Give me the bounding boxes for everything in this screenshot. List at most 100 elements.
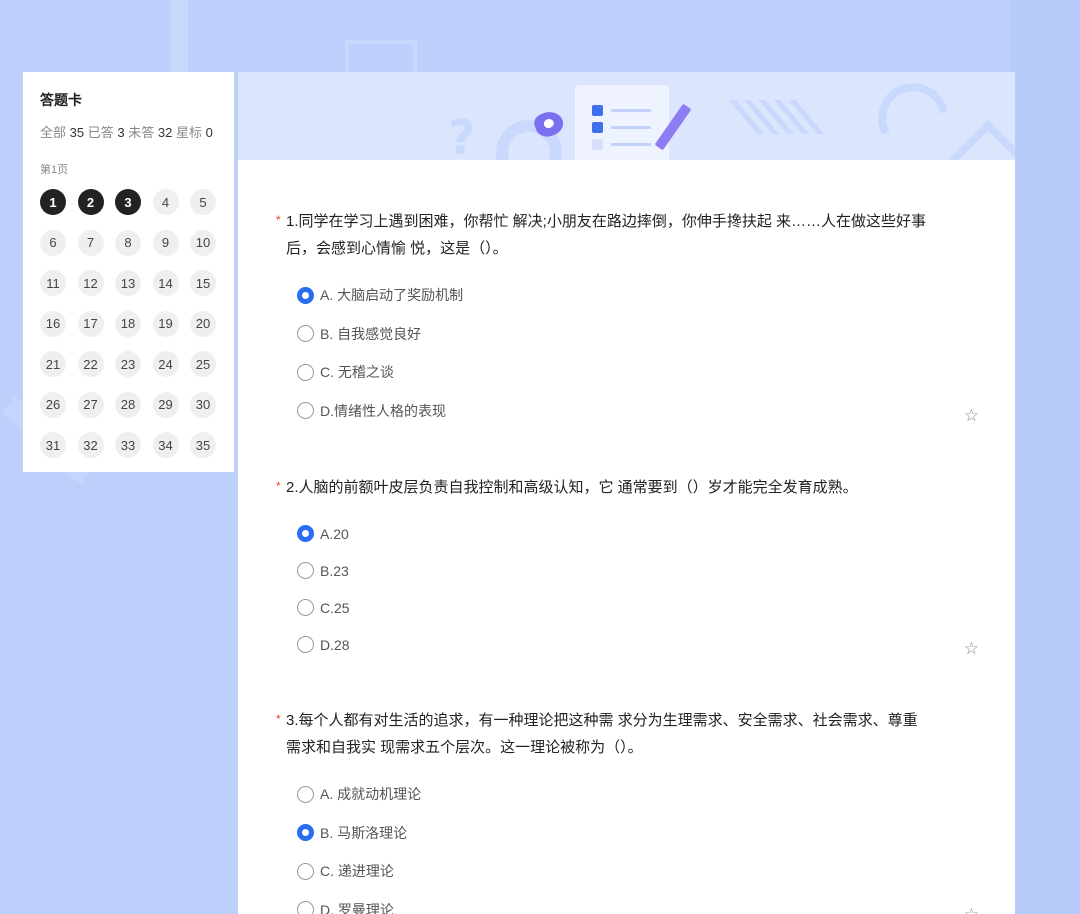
answer-option[interactable]: B. 马斯洛理论 — [297, 814, 981, 853]
radio-unchecked-icon[interactable] — [297, 599, 314, 616]
question-number-button[interactable]: 21 — [40, 351, 66, 377]
option-label: B.23 — [320, 562, 349, 579]
question-number-button[interactable]: 13 — [115, 270, 141, 296]
total-count: 35 — [69, 125, 85, 140]
quiz-form: ? * 1.同学在学习上遇到困难，你帮忙 解决;小朋友在路边摔倒，你伸手搀扶起 来… — [238, 72, 1015, 914]
option-label: B. 自我感觉良好 — [320, 325, 422, 342]
option-list: A. 成就动机理论 B. 马斯洛理论 C. 递进理论 D. 罗曼理论 — [276, 775, 981, 914]
question-title: * 2.人脑的前额叶皮层负责自我控制和高级认知，它 通常要到（）岁才能完全发育成熟… — [276, 474, 981, 501]
shape-decoration — [945, 119, 1015, 160]
answer-card-title: 答题卡 — [40, 92, 82, 108]
question-number-button[interactable]: 26 — [40, 391, 66, 418]
question-number-button[interactable]: 28 — [115, 391, 141, 418]
question-number-button[interactable]: 27 — [77, 391, 104, 418]
option-label: C.25 — [320, 599, 350, 616]
answer-option[interactable]: C.25 — [297, 589, 981, 626]
radio-unchecked-icon[interactable] — [297, 785, 314, 803]
question-number-button[interactable]: 31 — [40, 432, 66, 458]
answered-count: 3 — [117, 125, 125, 140]
answer-option[interactable]: D.28 — [297, 626, 981, 663]
question-number-button[interactable]: 18 — [115, 310, 141, 337]
option-label: D.情绪性人格的表现 — [320, 402, 446, 419]
question-number-button[interactable]: 7 — [77, 229, 104, 256]
radio-unchecked-icon[interactable] — [297, 402, 314, 420]
question-number-button[interactable]: 1 — [40, 189, 66, 215]
option-label: C. 递进理论 — [320, 863, 394, 880]
question-number-button[interactable]: 17 — [77, 310, 104, 337]
question-number-button[interactable]: 6 — [40, 229, 66, 256]
question-number-button[interactable]: 25 — [190, 351, 216, 377]
answer-card-stats: 全部 35 已答 3 未答 32 星标 0 — [40, 122, 218, 141]
option-label: C. 无稽之谈 — [320, 364, 394, 381]
radio-unchecked-icon[interactable] — [297, 901, 314, 914]
answer-option[interactable]: D. 罗曼理论 — [297, 891, 981, 914]
required-mark: * — [276, 712, 281, 726]
question-number-button[interactable]: 4 — [152, 189, 179, 215]
question-number-button[interactable]: 23 — [115, 351, 141, 377]
question-number-button[interactable]: 32 — [77, 432, 104, 458]
question-number-button[interactable]: 29 — [152, 391, 179, 418]
answer-option[interactable]: C. 无稽之谈 — [297, 353, 981, 392]
answer-option[interactable]: A.20 — [297, 515, 981, 552]
question-number-button[interactable]: 34 — [152, 432, 179, 458]
background-decoration — [1010, 0, 1080, 914]
radio-unchecked-icon[interactable] — [297, 325, 314, 343]
radio-checked-icon[interactable] — [297, 824, 314, 842]
question-text: 2.人脑的前额叶皮层负责自我控制和高级认知，它 通常要到（）岁才能完全发育成熟。 — [286, 479, 858, 496]
answer-option[interactable]: A. 成就动机理论 — [297, 775, 981, 814]
option-list: A. 大脑启动了奖励机制 B. 自我感觉良好 C. 无稽之谈 D.情绪性人格的表现 — [276, 276, 981, 430]
answer-option[interactable]: A. 大脑启动了奖励机制 — [297, 276, 981, 315]
question-number-button[interactable]: 12 — [77, 270, 104, 296]
question-number-button[interactable]: 19 — [152, 310, 179, 337]
question-text: 3.每个人都有对生活的追求，有一种理论把这种需 求分为生理需求、安全需求、社会需… — [286, 712, 918, 756]
option-list: A.20 B.23 C.25 D.28 — [276, 515, 981, 663]
option-label: A. 大脑启动了奖励机制 — [320, 287, 464, 304]
page-label: 第1页 — [40, 164, 69, 176]
answer-option[interactable]: D.情绪性人格的表现 — [297, 392, 981, 431]
answer-option[interactable]: B. 自我感觉良好 — [297, 315, 981, 354]
question-list: * 1.同学在学习上遇到困难，你帮忙 解决;小朋友在路边摔倒，你伸手搀扶起 来……… — [238, 160, 1015, 914]
question-mark-decoration: ? — [448, 110, 476, 160]
question-number-button[interactable]: 15 — [190, 270, 216, 296]
required-mark: * — [276, 213, 281, 227]
star-outline-icon[interactable]: ☆ — [964, 403, 979, 430]
answered-label: 已答 — [87, 125, 114, 140]
question-number-button[interactable]: 16 — [40, 310, 66, 337]
question-number-button[interactable]: 35 — [190, 432, 216, 458]
question-number-button[interactable]: 14 — [152, 270, 179, 296]
unanswered-count: 32 — [157, 125, 173, 140]
radio-checked-icon[interactable] — [297, 286, 314, 304]
question-number-button[interactable]: 20 — [190, 310, 216, 337]
answer-option[interactable]: C. 递进理论 — [297, 852, 981, 891]
star-outline-icon[interactable]: ☆ — [964, 902, 979, 914]
question-number-button[interactable]: 10 — [190, 229, 216, 256]
required-mark: * — [276, 479, 281, 493]
question-title: * 1.同学在学习上遇到困难，你帮忙 解决;小朋友在路边摔倒，你伸手搀扶起 来……… — [276, 208, 981, 262]
question-number-button[interactable]: 30 — [190, 391, 216, 418]
question-number-button[interactable]: 3 — [115, 189, 141, 215]
question-number-button[interactable]: 24 — [152, 351, 179, 377]
question-item: * 2.人脑的前额叶皮层负责自我控制和高级认知，它 通常要到（）岁才能完全发育成熟… — [276, 474, 981, 663]
question-number-button[interactable]: 2 — [77, 189, 104, 215]
radio-unchecked-icon[interactable] — [297, 636, 314, 653]
question-number-button[interactable]: 8 — [115, 229, 141, 256]
radio-unchecked-icon[interactable] — [297, 862, 314, 880]
radio-unchecked-icon[interactable] — [297, 562, 314, 579]
answer-option[interactable]: B.23 — [297, 552, 981, 589]
star-outline-icon[interactable]: ☆ — [964, 636, 979, 663]
option-label: D.28 — [320, 636, 350, 653]
header-banner: ? — [238, 72, 1015, 160]
question-title: * 3.每个人都有对生活的追求，有一种理论把这种需 求分为生理需求、安全需求、社会… — [276, 707, 981, 761]
answer-card: 答题卡 全部 35 已答 3 未答 32 星标 0 第1页 1234567891… — [23, 72, 234, 472]
radio-unchecked-icon[interactable] — [297, 363, 314, 381]
question-number-button[interactable]: 11 — [40, 270, 66, 296]
option-label: A.20 — [320, 525, 349, 542]
question-number-button[interactable]: 33 — [115, 432, 141, 458]
question-number-button[interactable]: 22 — [77, 351, 104, 377]
question-number-button[interactable]: 9 — [152, 229, 179, 256]
radio-checked-icon[interactable] — [297, 525, 314, 542]
question-number-grid: 1 2 3 4 5 6 7 8 9 10 11 12 13 14 15 16 17 18 19 20 21 22 23 24 2… — [40, 189, 218, 458]
question-number-button[interactable]: 5 — [190, 189, 216, 215]
wave-decoration — [868, 73, 948, 135]
checklist-illustration — [575, 85, 669, 160]
